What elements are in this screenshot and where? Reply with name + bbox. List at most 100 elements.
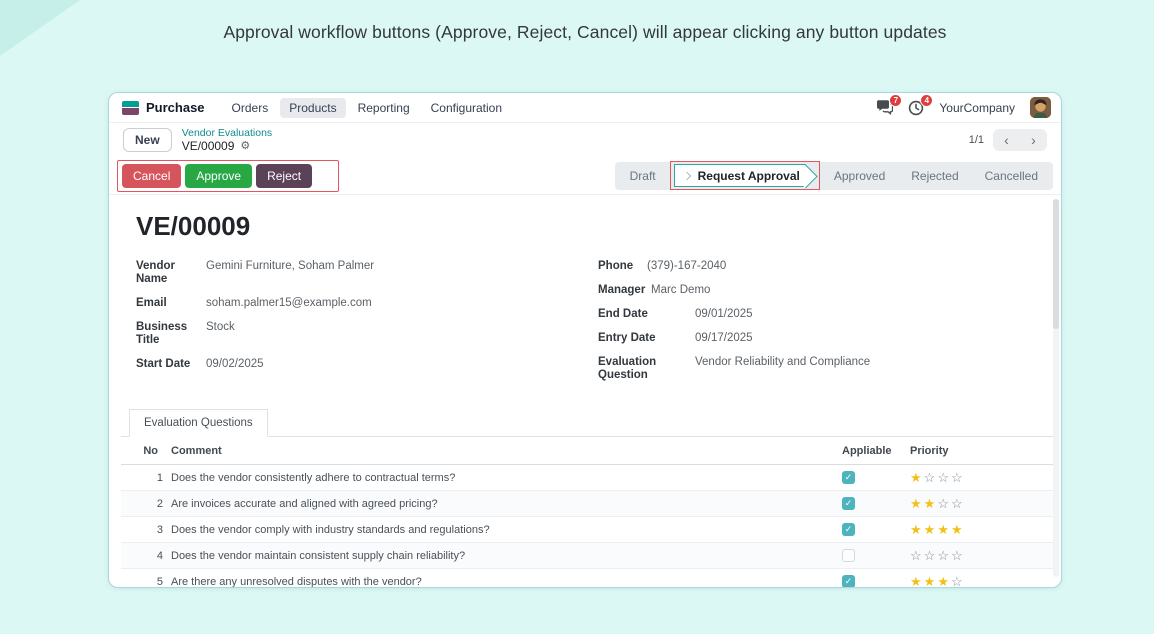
field-grid: Vendor Name Gemini Furniture, Soham Palm… bbox=[136, 260, 1054, 382]
messages-button[interactable]: 7 bbox=[876, 94, 903, 115]
status-item-approved[interactable]: Approved bbox=[821, 169, 898, 183]
star-empty-icon[interactable]: ☆ bbox=[951, 549, 963, 562]
pager-previous-icon[interactable]: ‹ bbox=[993, 129, 1020, 151]
main-menu: Orders Products Reporting Configuration bbox=[223, 97, 511, 118]
appliable-checkbox[interactable] bbox=[842, 549, 855, 562]
field-value[interactable]: Vendor Reliability and Compliance bbox=[695, 356, 870, 382]
table-row[interactable]: 4 Does the vendor maintain consistent su… bbox=[121, 542, 1054, 569]
star-empty-icon[interactable]: ☆ bbox=[924, 549, 936, 562]
menu-item-orders[interactable]: Orders bbox=[223, 98, 278, 118]
appliable-checkbox[interactable]: ✓ bbox=[842, 471, 855, 484]
star-filled-icon[interactable]: ★ bbox=[910, 471, 922, 484]
field-value[interactable]: (379)-167-2040 bbox=[647, 260, 726, 273]
star-empty-icon[interactable]: ☆ bbox=[910, 549, 922, 562]
messages-badge: 7 bbox=[889, 94, 903, 107]
cell-comment: Does the vendor consistently adhere to c… bbox=[167, 464, 838, 491]
column-header-comment: Comment bbox=[167, 438, 838, 465]
workflow-buttons-annotation-box: Cancel Approve Reject bbox=[117, 159, 340, 192]
star-filled-icon[interactable]: ★ bbox=[937, 575, 949, 587]
vertical-scrollbar[interactable] bbox=[1053, 199, 1059, 577]
table-body: 1 Does the vendor consistently adhere to… bbox=[121, 464, 1054, 587]
field-value[interactable]: 09/01/2025 bbox=[695, 308, 753, 321]
cell-spacer bbox=[972, 542, 1054, 569]
evaluation-questions-table: No Comment Appliable Priority 1 Does the… bbox=[121, 438, 1054, 587]
cancel-button[interactable]: Cancel bbox=[122, 163, 182, 188]
priority-stars[interactable]: ★ ★ ★ ★ bbox=[910, 523, 968, 536]
breadcrumb-current: VE/00009 ⚙ bbox=[182, 139, 272, 153]
column-header-priority: Priority bbox=[906, 438, 972, 465]
status-active-annotation-box: Request Approval bbox=[669, 161, 820, 190]
star-empty-icon[interactable]: ☆ bbox=[951, 497, 963, 510]
table-row[interactable]: 5 Are there any unresolved disputes with… bbox=[121, 568, 1054, 587]
breadcrumb-parent-link[interactable]: Vendor Evaluations bbox=[182, 127, 272, 140]
star-empty-icon[interactable]: ☆ bbox=[937, 549, 949, 562]
user-avatar[interactable] bbox=[1030, 97, 1051, 118]
menu-item-configuration[interactable]: Configuration bbox=[422, 98, 511, 118]
star-filled-icon[interactable]: ★ bbox=[910, 575, 922, 587]
star-empty-icon[interactable]: ☆ bbox=[937, 471, 949, 484]
column-header-no: No bbox=[121, 438, 167, 465]
star-empty-icon[interactable]: ☆ bbox=[924, 471, 936, 484]
appliable-checkbox[interactable]: ✓ bbox=[842, 523, 855, 536]
statusbar: Draft Request Approval Approved Rejected C… bbox=[614, 161, 1053, 190]
star-filled-icon[interactable]: ★ bbox=[951, 523, 963, 536]
table-row[interactable]: 2 Are invoices accurate and aligned with… bbox=[121, 490, 1054, 517]
star-empty-icon[interactable]: ☆ bbox=[951, 575, 963, 587]
company-name[interactable]: YourCompany bbox=[939, 101, 1015, 115]
cell-comment: Does the vendor comply with industry sta… bbox=[167, 516, 838, 543]
activities-button[interactable]: 4 bbox=[908, 93, 934, 116]
app-brand[interactable]: Purchase bbox=[122, 100, 205, 115]
field-value[interactable]: Marc Demo bbox=[651, 284, 710, 297]
pager: 1/1 ‹ › bbox=[969, 129, 1047, 151]
field-value[interactable]: soham.palmer15@example.com bbox=[206, 297, 372, 310]
field-vendor-name: Vendor Name Gemini Furniture, Soham Palm… bbox=[136, 260, 598, 286]
pager-next-icon[interactable]: › bbox=[1020, 129, 1047, 151]
star-filled-icon[interactable]: ★ bbox=[924, 497, 936, 510]
menu-item-reporting[interactable]: Reporting bbox=[349, 98, 419, 118]
column-header-spacer bbox=[972, 438, 1054, 465]
status-item-draft[interactable]: Draft bbox=[617, 169, 669, 183]
page-title: Approval workflow buttons (Approve, Reje… bbox=[223, 22, 947, 42]
table-header-row: No Comment Appliable Priority bbox=[121, 438, 1054, 465]
field-value[interactable]: Stock bbox=[206, 321, 235, 347]
cell-spacer bbox=[972, 490, 1054, 517]
star-empty-icon[interactable]: ☆ bbox=[951, 471, 963, 484]
menu-item-products[interactable]: Products bbox=[280, 97, 346, 118]
priority-stars[interactable]: ★ ★ ☆ ☆ bbox=[910, 497, 968, 510]
reject-button[interactable]: Reject bbox=[256, 163, 313, 188]
star-filled-icon[interactable]: ★ bbox=[910, 497, 922, 510]
approve-button[interactable]: Approve bbox=[185, 163, 253, 188]
cell-no: 3 bbox=[121, 516, 167, 543]
star-empty-icon[interactable]: ☆ bbox=[937, 497, 949, 510]
status-item-active[interactable]: Request Approval bbox=[673, 164, 806, 187]
star-filled-icon[interactable]: ★ bbox=[937, 523, 949, 536]
star-filled-icon[interactable]: ★ bbox=[924, 523, 936, 536]
gear-icon[interactable]: ⚙ bbox=[240, 140, 250, 153]
field-value[interactable]: 09/02/2025 bbox=[206, 358, 264, 371]
table-row[interactable]: 1 Does the vendor consistently adhere to… bbox=[121, 464, 1054, 491]
priority-stars[interactable]: ☆ ☆ ☆ ☆ bbox=[910, 549, 968, 562]
notebook: Evaluation Questions No Comment Appliabl… bbox=[121, 408, 1054, 587]
appliable-checkbox[interactable]: ✓ bbox=[842, 497, 855, 510]
control-panel: New Vendor Evaluations VE/00009 ⚙ 1/1 ‹ … bbox=[109, 123, 1061, 157]
column-header-appliable: Appliable bbox=[838, 438, 906, 465]
status-item-cancelled[interactable]: Cancelled bbox=[972, 169, 1051, 183]
cell-spacer bbox=[972, 568, 1054, 587]
star-filled-icon[interactable]: ★ bbox=[910, 523, 922, 536]
field-evaluation-question: Evaluation Question Vendor Reliability a… bbox=[598, 356, 1054, 382]
new-button[interactable]: New bbox=[123, 128, 172, 152]
activities-badge: 4 bbox=[920, 93, 934, 107]
field-label: Evaluation Question bbox=[598, 356, 657, 381]
tab-evaluation-questions[interactable]: Evaluation Questions bbox=[129, 409, 268, 437]
appliable-checkbox[interactable]: ✓ bbox=[842, 575, 855, 587]
table-row[interactable]: 3 Does the vendor comply with industry s… bbox=[121, 516, 1054, 543]
top-navbar: Purchase Orders Products Reporting Configur… bbox=[109, 93, 1061, 123]
priority-stars[interactable]: ★ ★ ★ ☆ bbox=[910, 575, 968, 587]
systray: 7 4 YourCompany bbox=[876, 93, 1051, 118]
field-phone: Phone (379)-167-2040 bbox=[598, 260, 1054, 273]
priority-stars[interactable]: ★ ☆ ☆ ☆ bbox=[910, 471, 968, 484]
field-value[interactable]: 09/17/2025 bbox=[695, 332, 753, 345]
field-value[interactable]: Gemini Furniture, Soham Palmer bbox=[206, 260, 374, 286]
star-filled-icon[interactable]: ★ bbox=[924, 575, 936, 587]
status-item-rejected[interactable]: Rejected bbox=[898, 169, 971, 183]
